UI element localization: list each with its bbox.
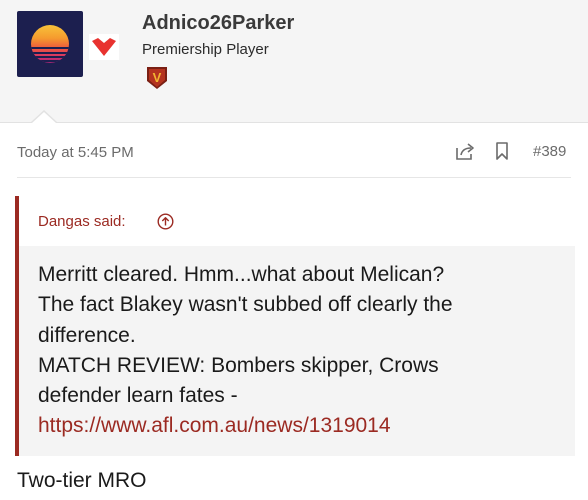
quote-header: Dangas said: <box>19 196 575 246</box>
avatar[interactable] <box>17 11 83 77</box>
quote-attribution[interactable]: Dangas said: <box>38 213 126 230</box>
sunset-logo-icon <box>31 25 69 63</box>
arrow-up-circle-icon[interactable] <box>157 213 174 230</box>
post-timestamp[interactable]: Today at 5:45 PM <box>17 144 134 161</box>
username[interactable]: Adnico26Parker <box>142 12 294 35</box>
post-message: Two-tier MRO <box>17 469 147 492</box>
post-meta-row: Today at 5:45 PM #389 <box>0 136 588 168</box>
quote-line: Merritt cleared. Hmm...what about Melica… <box>38 263 445 286</box>
quote-line: difference. <box>38 323 136 347</box>
post-user-header: Adnico26Parker Premiership Player V <box>0 0 588 123</box>
quote-line: The fact Blakey wasn't subbed off clearl… <box>38 293 453 317</box>
user-title: Premiership Player <box>142 41 269 58</box>
post-number[interactable]: #389 <box>533 143 566 160</box>
share-icon[interactable] <box>455 141 475 161</box>
user-badge-icon: V <box>147 67 167 89</box>
quote-link[interactable]: https://www.afl.com.au/news/1319014 <box>38 414 391 437</box>
header-pointer <box>32 112 56 123</box>
bookmark-icon[interactable] <box>494 141 510 161</box>
divider <box>17 177 571 178</box>
heart-icon <box>89 34 119 60</box>
quote-body: Merritt cleared. Hmm...what about Melica… <box>38 260 563 442</box>
quote-line: MATCH REVIEW: Bombers skipper, Crows <box>38 353 439 377</box>
badge-letter: V <box>153 70 162 85</box>
quote-block: Dangas said: Merritt cleared. Hmm...what… <box>15 196 575 456</box>
quote-line: defender learn fates - <box>38 384 238 408</box>
